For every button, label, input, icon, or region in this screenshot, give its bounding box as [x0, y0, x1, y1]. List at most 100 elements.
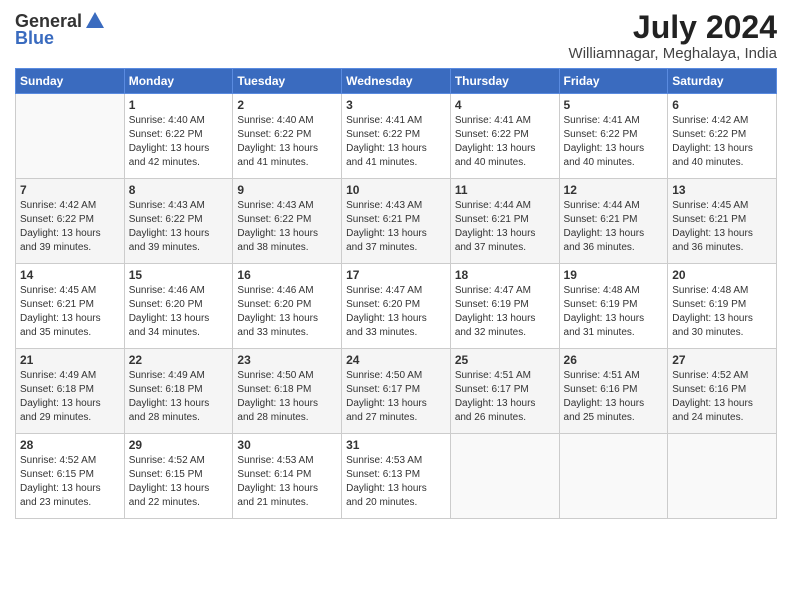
- header: General Blue July 2024 Williamnagar, Meg…: [15, 10, 777, 62]
- table-row: 10 Sunrise: 4:43 AM Sunset: 6:21 PM Dayli…: [342, 179, 451, 264]
- logo: General Blue: [15, 10, 106, 49]
- day-detail: Sunrise: 4:50 AM Sunset: 6:18 PM Dayligh…: [237, 369, 337, 425]
- day-number: 1: [129, 98, 229, 112]
- table-row: 17 Sunrise: 4:47 AM Sunset: 6:20 PM Dayli…: [342, 264, 451, 349]
- day-number: 9: [237, 183, 337, 197]
- day-number: 14: [20, 268, 120, 282]
- table-row: 4Sunrise: 4:41 AM Sunset: 6:22 PM Daylig…: [450, 94, 559, 179]
- day-detail: Sunrise: 4:47 AM Sunset: 6:20 PM Dayligh…: [346, 284, 446, 340]
- day-number: 15: [129, 268, 229, 282]
- col-wednesday: Wednesday: [342, 69, 451, 94]
- table-row: 26 Sunrise: 4:51 AM Sunset: 6:16 PM Dayli…: [559, 349, 668, 434]
- table-row: 28 Sunrise: 4:52 AM Sunset: 6:15 PM Dayli…: [16, 434, 125, 519]
- day-detail: Sunrise: 4:42 AM Sunset: 6:22 PM Dayligh…: [20, 199, 120, 255]
- table-row: 20 Sunrise: 4:48 AM Sunset: 6:19 PM Dayli…: [668, 264, 777, 349]
- day-number: 13: [672, 183, 772, 197]
- day-number: 2: [237, 98, 337, 112]
- day-detail: Sunrise: 4:52 AM Sunset: 6:15 PM Dayligh…: [129, 454, 229, 510]
- day-detail: Sunrise: 4:47 AM Sunset: 6:19 PM Dayligh…: [455, 284, 555, 340]
- table-row: 23 Sunrise: 4:50 AM Sunset: 6:18 PM Dayli…: [233, 349, 342, 434]
- table-row: 29 Sunrise: 4:52 AM Sunset: 6:15 PM Dayli…: [124, 434, 233, 519]
- table-row: 16 Sunrise: 4:46 AM Sunset: 6:20 PM Dayli…: [233, 264, 342, 349]
- day-detail: Sunrise: 4:40 AM Sunset: 6:22 PM Dayligh…: [237, 114, 337, 170]
- calendar-header-row: Sunday Monday Tuesday Wednesday Thursday…: [16, 69, 777, 94]
- table-row: [16, 94, 125, 179]
- day-number: 16: [237, 268, 337, 282]
- table-row: 2 Sunrise: 4:40 AM Sunset: 6:22 PM Daylig…: [233, 94, 342, 179]
- day-number: 17: [346, 268, 446, 282]
- day-detail: Sunrise: 4:41 AM Sunset: 6:22 PM Dayligh…: [564, 114, 664, 170]
- table-row: 22Sunrise: 4:49 AM Sunset: 6:18 PM Dayli…: [124, 349, 233, 434]
- day-number: 26: [564, 353, 664, 367]
- day-detail: Sunrise: 4:46 AM Sunset: 6:20 PM Dayligh…: [237, 284, 337, 340]
- day-number: 22: [129, 353, 229, 367]
- table-row: 27Sunrise: 4:52 AM Sunset: 6:16 PM Dayli…: [668, 349, 777, 434]
- day-detail: Sunrise: 4:49 AM Sunset: 6:18 PM Dayligh…: [20, 369, 120, 425]
- day-detail: Sunrise: 4:51 AM Sunset: 6:17 PM Dayligh…: [455, 369, 555, 425]
- day-detail: Sunrise: 4:48 AM Sunset: 6:19 PM Dayligh…: [672, 284, 772, 340]
- table-row: 19Sunrise: 4:48 AM Sunset: 6:19 PM Dayli…: [559, 264, 668, 349]
- day-number: 31: [346, 438, 446, 452]
- day-number: 23: [237, 353, 337, 367]
- day-detail: Sunrise: 4:41 AM Sunset: 6:22 PM Dayligh…: [346, 114, 446, 170]
- day-number: 29: [129, 438, 229, 452]
- day-detail: Sunrise: 4:50 AM Sunset: 6:17 PM Dayligh…: [346, 369, 446, 425]
- table-row: 15 Sunrise: 4:46 AM Sunset: 6:20 PM Dayli…: [124, 264, 233, 349]
- month-year-title: July 2024: [569, 10, 777, 45]
- day-detail: Sunrise: 4:52 AM Sunset: 6:15 PM Dayligh…: [20, 454, 120, 510]
- col-tuesday: Tuesday: [233, 69, 342, 94]
- table-row: 13Sunrise: 4:45 AM Sunset: 6:21 PM Dayli…: [668, 179, 777, 264]
- day-number: 6: [672, 98, 772, 112]
- logo-icon: [84, 10, 106, 32]
- table-row: 21Sunrise: 4:49 AM Sunset: 6:18 PM Dayli…: [16, 349, 125, 434]
- day-number: 24: [346, 353, 446, 367]
- calendar-week-row: 21Sunrise: 4:49 AM Sunset: 6:18 PM Dayli…: [16, 349, 777, 434]
- table-row: [668, 434, 777, 519]
- table-row: 7 Sunrise: 4:42 AM Sunset: 6:22 PM Daylig…: [16, 179, 125, 264]
- table-row: 18Sunrise: 4:47 AM Sunset: 6:19 PM Dayli…: [450, 264, 559, 349]
- title-block: July 2024 Williamnagar, Meghalaya, India: [569, 10, 777, 62]
- table-row: 9 Sunrise: 4:43 AM Sunset: 6:22 PM Daylig…: [233, 179, 342, 264]
- day-detail: Sunrise: 4:43 AM Sunset: 6:22 PM Dayligh…: [237, 199, 337, 255]
- table-row: 24 Sunrise: 4:50 AM Sunset: 6:17 PM Dayli…: [342, 349, 451, 434]
- day-detail: Sunrise: 4:43 AM Sunset: 6:21 PM Dayligh…: [346, 199, 446, 255]
- col-saturday: Saturday: [668, 69, 777, 94]
- day-detail: Sunrise: 4:44 AM Sunset: 6:21 PM Dayligh…: [455, 199, 555, 255]
- day-detail: Sunrise: 4:51 AM Sunset: 6:16 PM Dayligh…: [564, 369, 664, 425]
- table-row: [559, 434, 668, 519]
- col-sunday: Sunday: [16, 69, 125, 94]
- day-number: 10: [346, 183, 446, 197]
- day-number: 28: [20, 438, 120, 452]
- table-row: 3Sunrise: 4:41 AM Sunset: 6:22 PM Daylig…: [342, 94, 451, 179]
- day-number: 27: [672, 353, 772, 367]
- table-row: 30 Sunrise: 4:53 AM Sunset: 6:14 PM Dayli…: [233, 434, 342, 519]
- day-number: 7: [20, 183, 120, 197]
- col-friday: Friday: [559, 69, 668, 94]
- table-row: 8 Sunrise: 4:43 AM Sunset: 6:22 PM Daylig…: [124, 179, 233, 264]
- day-number: 8: [129, 183, 229, 197]
- table-row: [450, 434, 559, 519]
- logo-blue-text: Blue: [15, 28, 54, 49]
- day-number: 19: [564, 268, 664, 282]
- day-detail: Sunrise: 4:44 AM Sunset: 6:21 PM Dayligh…: [564, 199, 664, 255]
- table-row: 6Sunrise: 4:42 AM Sunset: 6:22 PM Daylig…: [668, 94, 777, 179]
- col-monday: Monday: [124, 69, 233, 94]
- calendar-week-row: 1 Sunrise: 4:40 AM Sunset: 6:22 PM Daylig…: [16, 94, 777, 179]
- day-number: 12: [564, 183, 664, 197]
- day-detail: Sunrise: 4:53 AM Sunset: 6:14 PM Dayligh…: [237, 454, 337, 510]
- day-detail: Sunrise: 4:41 AM Sunset: 6:22 PM Dayligh…: [455, 114, 555, 170]
- day-detail: Sunrise: 4:45 AM Sunset: 6:21 PM Dayligh…: [20, 284, 120, 340]
- day-detail: Sunrise: 4:43 AM Sunset: 6:22 PM Dayligh…: [129, 199, 229, 255]
- calendar-week-row: 14 Sunrise: 4:45 AM Sunset: 6:21 PM Dayli…: [16, 264, 777, 349]
- table-row: 11Sunrise: 4:44 AM Sunset: 6:21 PM Dayli…: [450, 179, 559, 264]
- table-row: 14 Sunrise: 4:45 AM Sunset: 6:21 PM Dayli…: [16, 264, 125, 349]
- calendar-week-row: 7 Sunrise: 4:42 AM Sunset: 6:22 PM Daylig…: [16, 179, 777, 264]
- day-detail: Sunrise: 4:40 AM Sunset: 6:22 PM Dayligh…: [129, 114, 229, 170]
- day-detail: Sunrise: 4:46 AM Sunset: 6:20 PM Dayligh…: [129, 284, 229, 340]
- calendar-week-row: 28 Sunrise: 4:52 AM Sunset: 6:15 PM Dayli…: [16, 434, 777, 519]
- col-thursday: Thursday: [450, 69, 559, 94]
- calendar-table: Sunday Monday Tuesday Wednesday Thursday…: [15, 68, 777, 519]
- day-number: 30: [237, 438, 337, 452]
- day-number: 20: [672, 268, 772, 282]
- table-row: 12 Sunrise: 4:44 AM Sunset: 6:21 PM Dayli…: [559, 179, 668, 264]
